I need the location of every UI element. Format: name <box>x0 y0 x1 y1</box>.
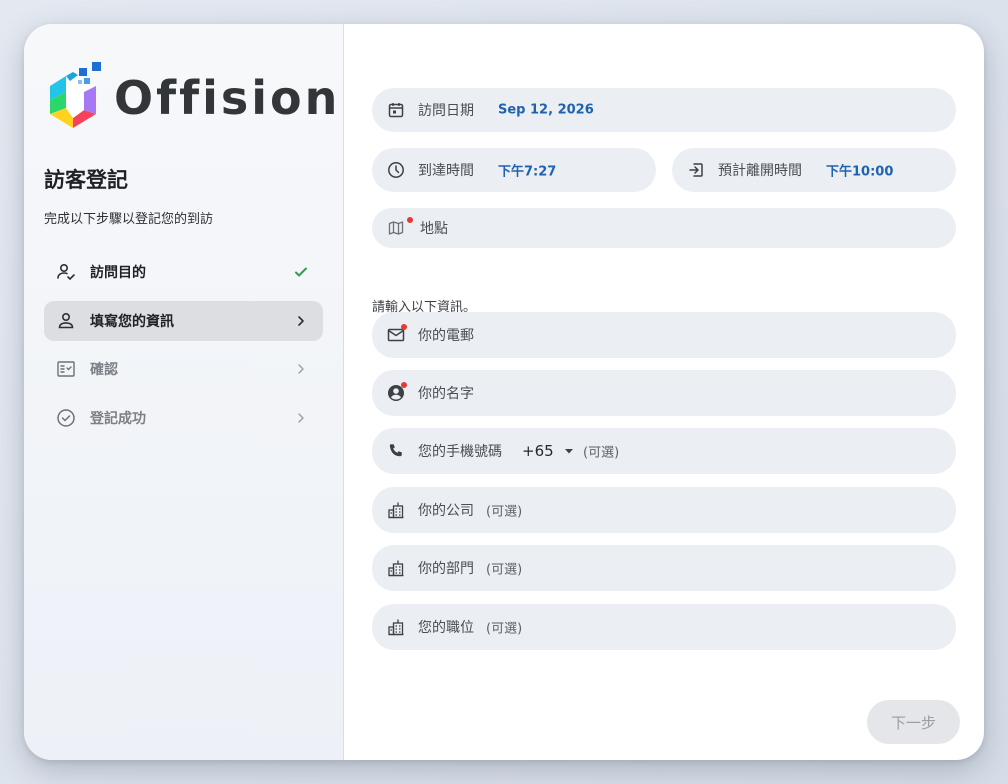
step-list: 訪問目的 填寫您的資訊 確認 登記成功 <box>44 252 323 446</box>
arrival-time-field[interactable]: 到達時間 下午7:27 <box>372 148 656 192</box>
optional-tag: (可選) <box>486 621 523 637</box>
step-visit-purpose[interactable]: 訪問目的 <box>44 252 323 292</box>
required-indicator <box>401 382 407 388</box>
chevron-right-icon <box>291 311 311 331</box>
job-title-field[interactable]: 您的職位 (可選) <box>372 604 956 650</box>
brand-logo: Offision <box>44 62 340 134</box>
country-code-select[interactable]: +65 <box>522 442 574 460</box>
department-placeholder: 你的部門 <box>418 561 474 577</box>
step-success[interactable]: 登記成功 <box>44 398 323 438</box>
building-icon <box>386 500 406 520</box>
person-check-icon <box>56 262 76 282</box>
name-placeholder: 你的名字 <box>418 386 474 402</box>
map-icon <box>386 218 406 238</box>
required-indicator <box>407 217 413 223</box>
step-label: 登記成功 <box>90 410 146 427</box>
visit-date-field[interactable]: 訪問日期 Sep 12, 2026 <box>372 88 956 132</box>
visit-date-label: 訪問日期 <box>418 103 474 119</box>
person-icon <box>56 311 76 331</box>
building-icon <box>386 558 406 578</box>
step-label: 填寫您的資訊 <box>90 313 174 330</box>
sidebar: Offision 訪客登記 完成以下步驟以登記您的到訪 訪問目的 填寫您的資訊 … <box>24 24 344 760</box>
optional-tag: (可選) <box>486 504 523 520</box>
phone-icon <box>386 441 406 461</box>
arrival-time-label: 到達時間 <box>418 163 474 179</box>
company-placeholder: 你的公司 <box>418 503 474 519</box>
clock-icon <box>386 160 406 180</box>
step-confirm[interactable]: 確認 <box>44 349 323 389</box>
arrival-time-value: 下午7:27 <box>498 164 557 180</box>
email-field[interactable]: 你的電郵 <box>372 312 956 358</box>
page-title: 訪客登記 <box>44 168 128 192</box>
page-subtitle: 完成以下步驟以登記您的到訪 <box>44 212 214 227</box>
check-icon <box>291 262 311 282</box>
optional-tag: (可選) <box>486 562 523 578</box>
sign-in-icon <box>686 160 706 180</box>
registration-card: Offision 訪客登記 完成以下步驟以登記您的到訪 訪問目的 填寫您的資訊 … <box>24 24 984 760</box>
company-field[interactable]: 你的公司 (可選) <box>372 487 956 533</box>
optional-tag: (可選) <box>583 445 620 461</box>
phone-placeholder: 您的手機號碼 <box>418 444 502 460</box>
phone-field[interactable]: 您的手機號碼 +65 (可選) <box>372 428 956 474</box>
country-code-value: +65 <box>522 442 554 460</box>
visit-date-value: Sep 12, 2026 <box>498 102 594 118</box>
step-label: 確認 <box>90 362 118 378</box>
offision-logo-icon <box>50 62 101 128</box>
calendar-icon <box>386 100 406 120</box>
department-field[interactable]: 你的部門 (可選) <box>372 545 956 591</box>
location-field[interactable]: 地點 <box>372 208 956 248</box>
caret-down-icon <box>564 446 574 456</box>
next-button[interactable]: 下一步 <box>867 700 960 744</box>
main-panel: 訪問日期 Sep 12, 2026 到達時間 下午7:27 預計離開時間 下午1… <box>344 24 984 760</box>
checklist-icon <box>56 359 76 379</box>
job-title-placeholder: 您的職位 <box>418 620 474 636</box>
departure-time-field[interactable]: 預計離開時間 下午10:00 <box>672 148 956 192</box>
check-circle-icon <box>56 408 76 428</box>
chevron-right-icon <box>291 359 311 379</box>
step-label: 訪問目的 <box>90 265 146 281</box>
departure-time-label: 預計離開時間 <box>718 163 802 179</box>
step-fill-info[interactable]: 填寫您的資訊 <box>44 300 323 341</box>
required-indicator <box>401 324 407 330</box>
chevron-right-icon <box>291 408 311 428</box>
location-placeholder: 地點 <box>420 221 448 237</box>
brand-name: Offision <box>114 71 341 125</box>
name-field[interactable]: 你的名字 <box>372 370 956 416</box>
departure-time-value: 下午10:00 <box>826 164 894 180</box>
email-placeholder: 你的電郵 <box>418 328 474 344</box>
building-icon <box>386 617 406 637</box>
